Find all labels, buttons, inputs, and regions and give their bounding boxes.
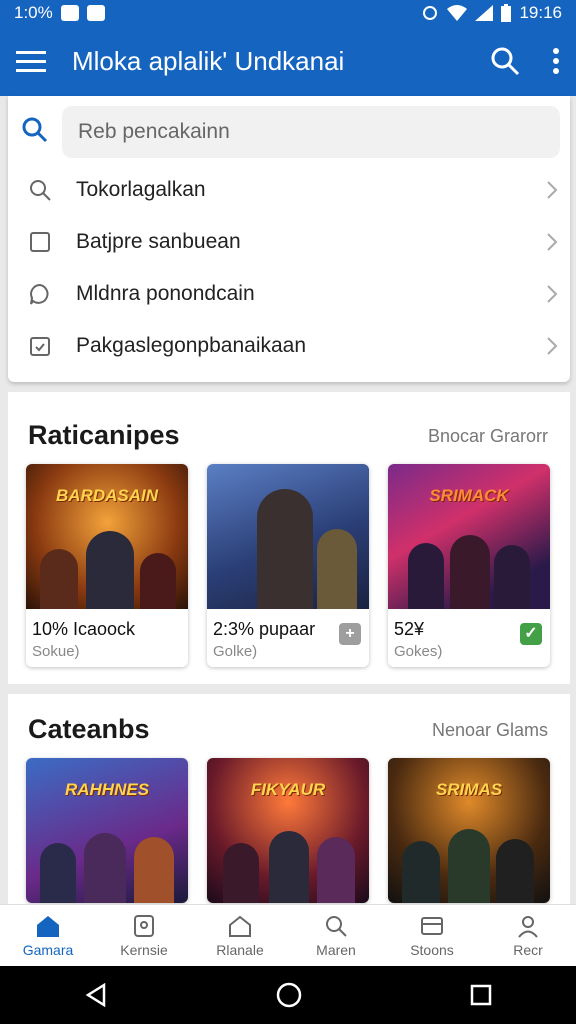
search-input[interactable]: Reb pencakainn xyxy=(62,106,560,158)
game-card[interactable]: SRIMACK 52¥ Gokes) ✓ xyxy=(388,464,550,667)
back-icon[interactable] xyxy=(84,983,108,1007)
menu-item-2[interactable]: Mldnra ponondcain xyxy=(28,268,558,320)
alarm-icon xyxy=(423,6,438,20)
nav-item-profile[interactable]: Recr xyxy=(480,905,576,967)
nav-item-label: Stoons xyxy=(410,942,454,958)
nav-item-search[interactable]: Maren xyxy=(288,905,384,967)
tablet-icon xyxy=(134,915,154,937)
search-dropdown: Reb pencakainn Tokorlagalkan Batjpre san… xyxy=(8,96,570,382)
nav-item-store[interactable]: Stoons xyxy=(384,905,480,967)
hamburger-icon[interactable] xyxy=(16,49,46,73)
app-title: Mloka aplalik' Undkanai xyxy=(72,45,345,76)
chevron-right-icon xyxy=(547,285,558,303)
game-logo: FIKYAUR xyxy=(250,780,326,799)
chevron-right-icon xyxy=(547,233,558,251)
add-badge-icon[interactable]: + xyxy=(339,623,361,645)
game-card[interactable]: SRIMAS xyxy=(388,758,550,903)
game-stat: 10% Icaoock xyxy=(32,619,136,639)
menu-item-label: Tokorlagalkan xyxy=(76,178,206,201)
game-cover-image xyxy=(207,464,369,609)
game-subtitle: Gokes) xyxy=(394,643,443,660)
status-time: 19:16 xyxy=(519,3,562,22)
game-card[interactable]: RAHHNES xyxy=(26,758,188,903)
game-logo: SRIMACK xyxy=(429,486,509,505)
search-icon xyxy=(30,180,51,201)
square-icon xyxy=(30,232,50,252)
game-logo: RAHHNES xyxy=(64,780,150,799)
menu-item-3[interactable]: Pakgaslegonpbanaikaan xyxy=(28,320,558,372)
system-navigation-bar xyxy=(0,966,576,1024)
person-icon xyxy=(518,916,538,938)
game-stat: 2:3% pupaar xyxy=(213,619,316,639)
game-card[interactable]: BARDASAIN 10% Icaoock Sokue) xyxy=(26,464,188,667)
menu-item-0[interactable]: Tokorlagalkan xyxy=(28,164,558,216)
search-row: Reb pencakainn xyxy=(22,106,560,158)
section-title: Raticanipes xyxy=(28,420,180,450)
store-icon xyxy=(421,917,443,935)
game-card[interactable]: FIKYAUR xyxy=(207,758,369,903)
search-icon xyxy=(22,117,48,148)
game-stat: 52¥ xyxy=(394,619,425,639)
section-featured: Raticanipes Bnocar Grarorr BARDASAIN 10%… xyxy=(8,392,570,684)
status-time-left: 1:0% xyxy=(14,3,53,22)
game-cover-image: SRIMACK xyxy=(388,464,550,609)
game-subtitle: Sokue) xyxy=(32,643,80,660)
house-outline-icon xyxy=(229,915,251,937)
home-circle-icon[interactable] xyxy=(276,982,302,1008)
home-icon xyxy=(37,916,59,937)
menu-item-label: Pakgaslegonpbanaikaan xyxy=(76,334,307,357)
notification-icon xyxy=(86,5,105,21)
game-cover-image: BARDASAIN xyxy=(26,464,188,609)
nav-item-tablet[interactable]: Kernsie xyxy=(96,905,192,967)
game-logo: SRIMAS xyxy=(435,780,503,799)
game-subtitle: Golke) xyxy=(213,643,258,660)
notification-icon xyxy=(60,5,79,21)
status-bar: 1:0% 19:16 xyxy=(0,0,576,26)
section-see-all-link[interactable]: Bnocar Grarorr xyxy=(428,426,548,447)
recents-icon[interactable] xyxy=(470,984,492,1006)
game-logo: BARDASAIN xyxy=(56,486,158,505)
installed-badge-icon[interactable]: ✓ xyxy=(520,623,542,645)
section-categories: Cateanbs Nenoar Glams RAHHNES FIKYAUR SR… xyxy=(8,694,570,904)
game-cover-image: FIKYAUR xyxy=(207,758,369,903)
nav-item-label: Maren xyxy=(316,942,356,958)
calendar-check-icon xyxy=(30,337,50,356)
nav-item-label: Recr xyxy=(513,942,543,958)
menu-item-1[interactable]: Batjpre sanbuean xyxy=(28,216,558,268)
search-icon[interactable] xyxy=(490,46,520,76)
section-see-all-link[interactable]: Nenoar Glams xyxy=(432,720,548,741)
wifi-icon xyxy=(447,5,468,21)
battery-icon xyxy=(501,4,512,22)
nav-item-house[interactable]: Rlanale xyxy=(192,905,288,967)
nav-item-label: Gamara xyxy=(22,942,74,958)
nav-item-home[interactable]: Gamara xyxy=(0,905,96,967)
nav-item-label: Kernsie xyxy=(120,942,168,958)
chevron-right-icon xyxy=(547,337,558,355)
signal-icon xyxy=(475,5,494,21)
section-title: Cateanbs xyxy=(28,714,150,744)
game-cover-image: SRIMAS xyxy=(388,758,550,903)
app-bar: Mloka aplalik' Undkanai xyxy=(0,26,576,96)
bottom-navigation: Gamara Kernsie Rlanale Maren Stoons Recr xyxy=(0,904,576,967)
game-card[interactable]: 2:3% pupaar Golke) + xyxy=(207,464,369,667)
chevron-right-icon xyxy=(547,181,558,199)
game-cover-image: RAHHNES xyxy=(26,758,188,903)
chat-bubble-icon xyxy=(30,283,49,305)
menu-item-label: Batjpre sanbuean xyxy=(76,230,241,253)
menu-item-label: Mldnra ponondcain xyxy=(76,282,255,305)
more-vert-icon[interactable] xyxy=(552,48,560,74)
search-icon xyxy=(326,916,347,937)
nav-item-label: Rlanale xyxy=(216,942,264,958)
